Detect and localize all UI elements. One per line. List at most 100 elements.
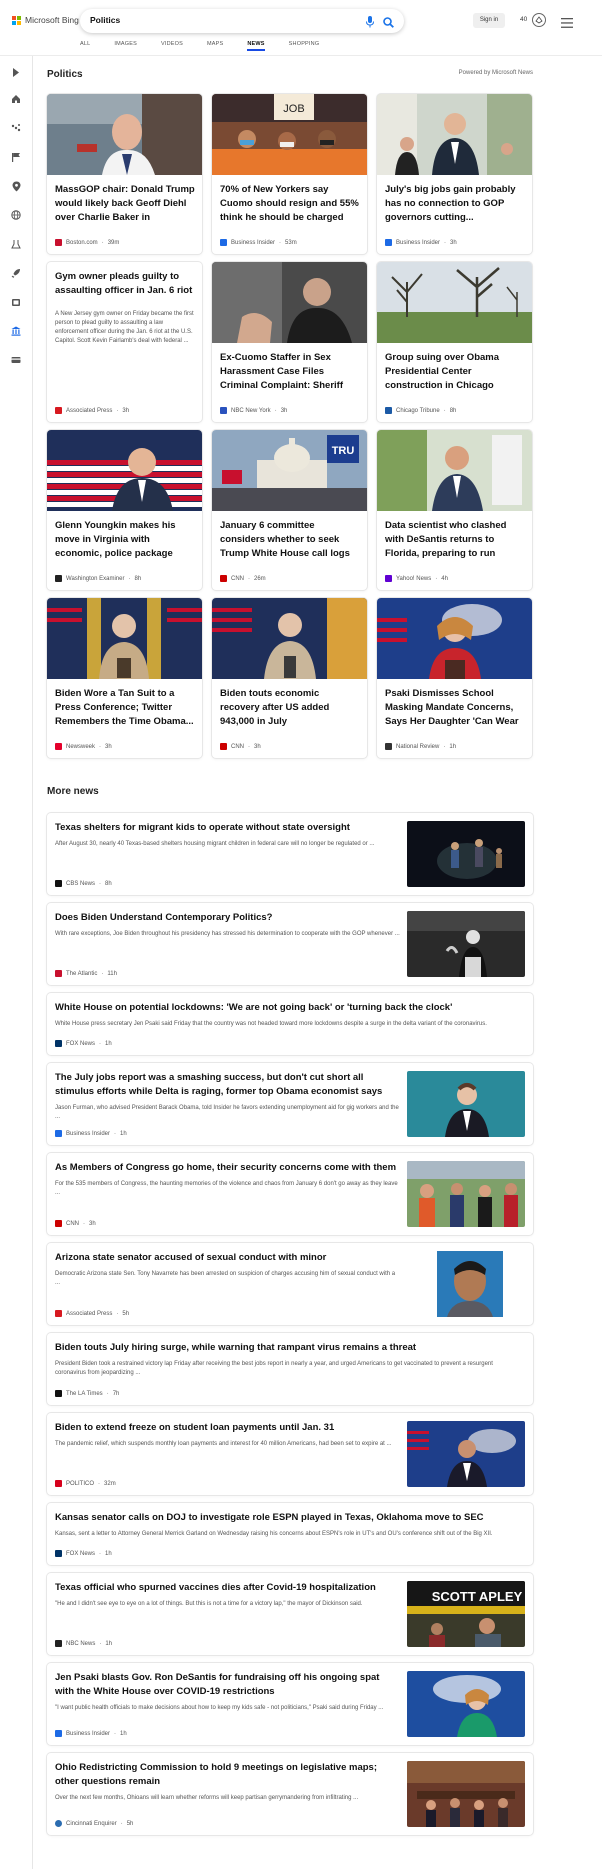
home-icon[interactable]	[8, 91, 24, 107]
sports-icon[interactable]	[8, 120, 24, 136]
source-logo-icon	[55, 743, 62, 750]
news-item-snippet: "He and I didn't see eye to eye on a lot…	[55, 1601, 363, 1607]
source-logo-icon	[55, 1040, 62, 1047]
news-item-snippet: After August 30, nearly 40 Texas-based s…	[55, 841, 375, 847]
location-pin-icon[interactable]	[8, 178, 24, 194]
rocket-icon[interactable]	[8, 265, 24, 281]
news-list-item[interactable]: Does Biden Understand Contemporary Polit…	[47, 903, 533, 985]
news-item-snippet: For the 535 members of Congress, the hau…	[55, 1181, 398, 1196]
news-list-item[interactable]: White House on potential lockdowns: 'We …	[47, 993, 533, 1055]
science-icon[interactable]	[8, 236, 24, 252]
news-item-snippet: Kansas, sent a letter to Attorney Genera…	[55, 1531, 493, 1537]
news-card[interactable]: July's big jobs gain probably has no con…	[377, 94, 532, 254]
news-item-title[interactable]: Biden to extend freeze on student loan p…	[55, 1421, 400, 1435]
news-card-title[interactable]: Biden Wore a Tan Suit to a Press Confere…	[55, 687, 195, 729]
news-card-title[interactable]: Gym owner pleads guilty to assaulting of…	[55, 270, 195, 300]
source-logo-icon	[385, 239, 392, 246]
news-card[interactable]: Gym owner pleads guilty to assaulting of…	[47, 262, 202, 422]
news-item-title[interactable]: The July jobs report was a smashing succ…	[55, 1071, 400, 1099]
news-card-source: CNN · 3h	[220, 743, 261, 750]
news-card-source: Associated Press · 3h	[55, 407, 129, 414]
news-card-image	[47, 94, 202, 175]
news-card[interactable]: MassGOP chair: Donald Trump would likely…	[47, 94, 202, 254]
logo-text: Microsoft Bing	[25, 15, 79, 25]
news-list-item[interactable]: As Members of Congress go home, their se…	[47, 1153, 533, 1235]
search-icon[interactable]	[383, 15, 394, 33]
news-list-item[interactable]: Jen Psaki blasts Gov. Ron DeSantis for f…	[47, 1663, 533, 1745]
news-card-image: TRU	[212, 430, 367, 511]
news-list-item[interactable]: Ohio Redistricting Commission to hold 9 …	[47, 1753, 533, 1835]
news-list-item[interactable]: Kansas senator calls on DOJ to investiga…	[47, 1503, 533, 1565]
news-card-title[interactable]: Data scientist who clashed with DeSantis…	[385, 519, 525, 561]
news-card[interactable]: Data scientist who clashed with DeSantis…	[377, 430, 532, 590]
chevron-right-icon[interactable]	[8, 64, 24, 80]
source-logo-icon	[220, 743, 227, 750]
government-icon[interactable]	[8, 323, 24, 339]
news-card[interactable]: Psaki Dismisses School Masking Mandate C…	[377, 598, 532, 758]
hamburger-menu-icon[interactable]	[561, 15, 573, 33]
microsoft-logo-icon	[12, 15, 21, 25]
news-card-title[interactable]: Ex-Cuomo Staffer in Sex Harassment Case …	[220, 351, 360, 393]
news-card[interactable]: Biden Wore a Tan Suit to a Press Confere…	[47, 598, 202, 758]
news-list-item[interactable]: Arizona state senator accused of sexual …	[47, 1243, 533, 1325]
rewards-points[interactable]: 40	[520, 16, 527, 23]
news-item-snippet: Jason Furman, who advised President Bara…	[55, 1105, 399, 1120]
news-card-title[interactable]: MassGOP chair: Donald Trump would likely…	[55, 183, 195, 225]
news-item-title[interactable]: Texas official who spurned vaccines dies…	[55, 1581, 400, 1595]
news-card[interactable]: Ex-Cuomo Staffer in Sex Harassment Case …	[212, 262, 367, 422]
sign-in-button[interactable]: Sign in	[473, 13, 505, 28]
news-item-title[interactable]: Ohio Redistricting Commission to hold 9 …	[55, 1761, 400, 1789]
tab-maps[interactable]: MAPS	[207, 41, 223, 51]
source-logo-icon	[55, 1390, 62, 1397]
news-list-item[interactable]: The July jobs report was a smashing succ…	[47, 1063, 533, 1145]
news-card-title[interactable]: January 6 committee considers whether to…	[220, 519, 360, 561]
news-list-item[interactable]: Biden touts July hiring surge, while war…	[47, 1333, 533, 1405]
news-card[interactable]: Biden touts economic recovery after US a…	[212, 598, 367, 758]
rewards-icon[interactable]	[531, 12, 547, 33]
news-card[interactable]: TRU January 6 committee considers whethe…	[212, 430, 367, 590]
search-box[interactable]: Politics	[80, 9, 404, 33]
news-item-title[interactable]: Jen Psaki blasts Gov. Ron DeSantis for f…	[55, 1671, 400, 1699]
news-card-title[interactable]: 70% of New Yorkers say Cuomo should resi…	[220, 183, 360, 225]
news-card[interactable]: Glenn Youngkin makes his move in Virgini…	[47, 430, 202, 590]
news-card-title[interactable]: Glenn Youngkin makes his move in Virgini…	[55, 519, 195, 561]
source-logo-icon	[220, 239, 227, 246]
tab-news[interactable]: NEWS	[247, 41, 265, 51]
news-card-title[interactable]: Biden touts economic recovery after US a…	[220, 687, 360, 729]
news-card-image: JOB	[212, 94, 367, 175]
news-item-source: FOX News · 1h	[55, 1040, 112, 1047]
news-item-title[interactable]: Arizona state senator accused of sexual …	[55, 1251, 400, 1265]
flag-icon[interactable]	[8, 149, 24, 165]
news-card[interactable]: JOB 70% of New Yorkers say Cuomo should …	[212, 94, 367, 254]
news-list-item[interactable]: Texas official who spurned vaccines dies…	[47, 1573, 533, 1655]
news-item-title[interactable]: Biden touts July hiring surge, while war…	[55, 1341, 525, 1355]
tab-videos[interactable]: VIDEOS	[161, 41, 183, 51]
tab-images[interactable]: IMAGES	[114, 41, 137, 51]
bing-logo[interactable]: Microsoft Bing	[12, 15, 79, 25]
money-icon[interactable]	[8, 352, 24, 368]
entertainment-icon[interactable]	[8, 294, 24, 310]
news-item-title[interactable]: Texas shelters for migrant kids to opera…	[55, 821, 400, 835]
news-card-title[interactable]: Group suing over Obama Presidential Cent…	[385, 351, 525, 393]
news-item-source: NBC News · 1h	[55, 1640, 112, 1647]
news-card-title[interactable]: July's big jobs gain probably has no con…	[385, 183, 525, 225]
news-item-title[interactable]: Does Biden Understand Contemporary Polit…	[55, 911, 400, 925]
microphone-icon[interactable]	[366, 15, 374, 33]
news-list-item[interactable]: Biden to extend freeze on student loan p…	[47, 1413, 533, 1495]
news-item-thumbnail: SCOTT APLEY	[407, 1581, 525, 1647]
tab-all[interactable]: ALL	[80, 41, 90, 51]
news-card[interactable]: Group suing over Obama Presidential Cent…	[377, 262, 532, 422]
news-item-thumbnail	[407, 1161, 525, 1227]
tab-shopping[interactable]: SHOPPING	[289, 41, 320, 51]
news-item-title[interactable]: White House on potential lockdowns: 'We …	[55, 1001, 525, 1015]
search-input[interactable]: Politics	[90, 15, 120, 25]
news-card-source: National Review · 1h	[385, 743, 456, 750]
news-card-source: Chicago Tribune · 8h	[385, 407, 456, 414]
news-card-title[interactable]: Psaki Dismisses School Masking Mandate C…	[385, 687, 525, 729]
news-item-snippet: Democratic Arizona state Sen. Tony Navar…	[55, 1271, 396, 1286]
news-item-title[interactable]: As Members of Congress go home, their se…	[55, 1161, 400, 1175]
globe-icon[interactable]	[8, 207, 24, 223]
news-item-title[interactable]: Kansas senator calls on DOJ to investiga…	[55, 1511, 525, 1525]
thumbnail-sign-text: SCOTT APLEY	[432, 1589, 523, 1604]
news-list-item[interactable]: Texas shelters for migrant kids to opera…	[47, 813, 533, 895]
